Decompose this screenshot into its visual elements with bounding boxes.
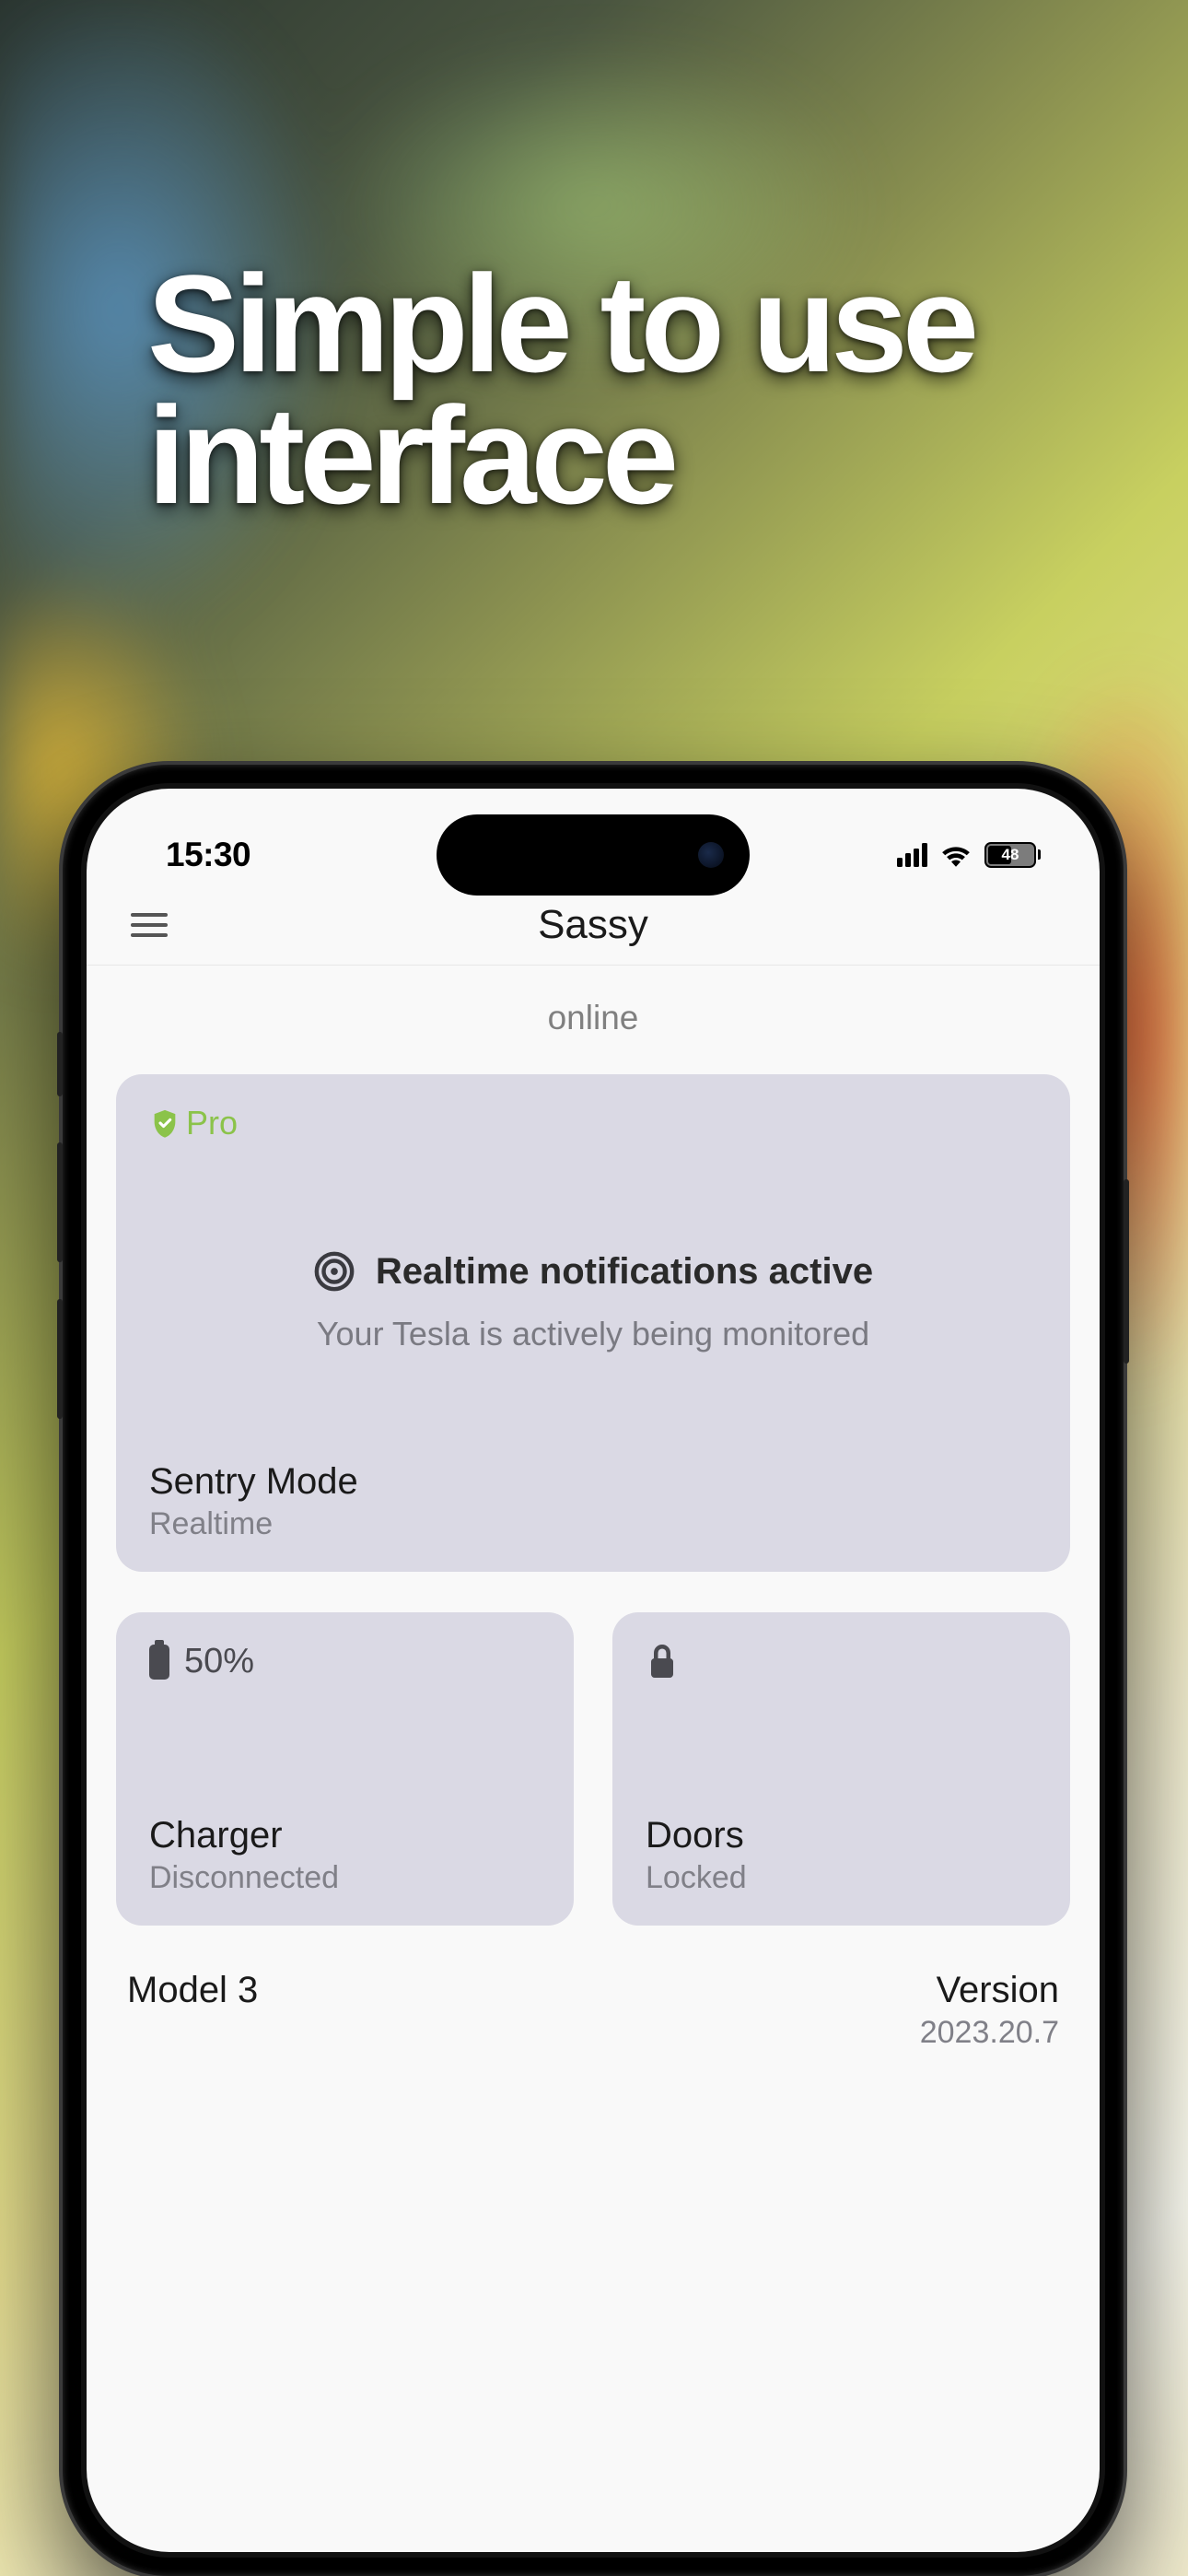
battery-indicator: 48 [984,842,1041,868]
front-camera [698,842,724,868]
charger-card[interactable]: 50% Charger Disconnected [116,1612,574,1926]
sentry-mode-card[interactable]: Pro Realtime notifications active [116,1074,1070,1572]
doors-card-sub: Locked [646,1860,1037,1896]
pro-badge: Pro [149,1104,1037,1142]
pro-badge-label: Pro [186,1104,238,1142]
doors-card-title: Doors [646,1815,1037,1856]
lock-icon [646,1642,679,1680]
power-button [1124,1179,1129,1364]
silent-switch [57,1032,63,1096]
status-time: 15:30 [142,836,250,874]
target-icon [313,1250,355,1293]
doors-card[interactable]: Doors Locked [612,1612,1070,1926]
vehicle-info: Model 3 Version 2023.20.7 [116,1926,1070,2051]
battery-percent: 50% [184,1642,254,1681]
charger-card-title: Charger [149,1815,541,1856]
shield-check-icon [149,1107,181,1139]
vehicle-model: Model 3 [127,1970,258,2051]
marketing-headline: Simple to use interface [147,258,1114,521]
battery-icon [149,1645,169,1680]
hero-title: Realtime notifications active [376,1251,873,1293]
sentry-card-title: Sentry Mode [149,1461,1037,1503]
app-title: Sassy [538,902,648,948]
connection-status: online [116,966,1070,1074]
volume-up-button [57,1142,63,1262]
app-header: Sassy [87,885,1100,966]
sentry-card-sub: Realtime [149,1506,1037,1542]
wifi-icon [940,843,972,867]
volume-down-button [57,1299,63,1419]
hamburger-menu-icon[interactable] [131,913,168,937]
hero-subtitle: Your Tesla is actively being monitored [317,1315,869,1353]
charger-card-sub: Disconnected [149,1860,541,1896]
cellular-signal-icon [897,843,927,867]
version-value: 2023.20.7 [920,2015,1059,2051]
dynamic-island [437,814,750,896]
phone-frame: 15:30 48 [63,765,1124,2576]
version-label: Version [920,1970,1059,2011]
